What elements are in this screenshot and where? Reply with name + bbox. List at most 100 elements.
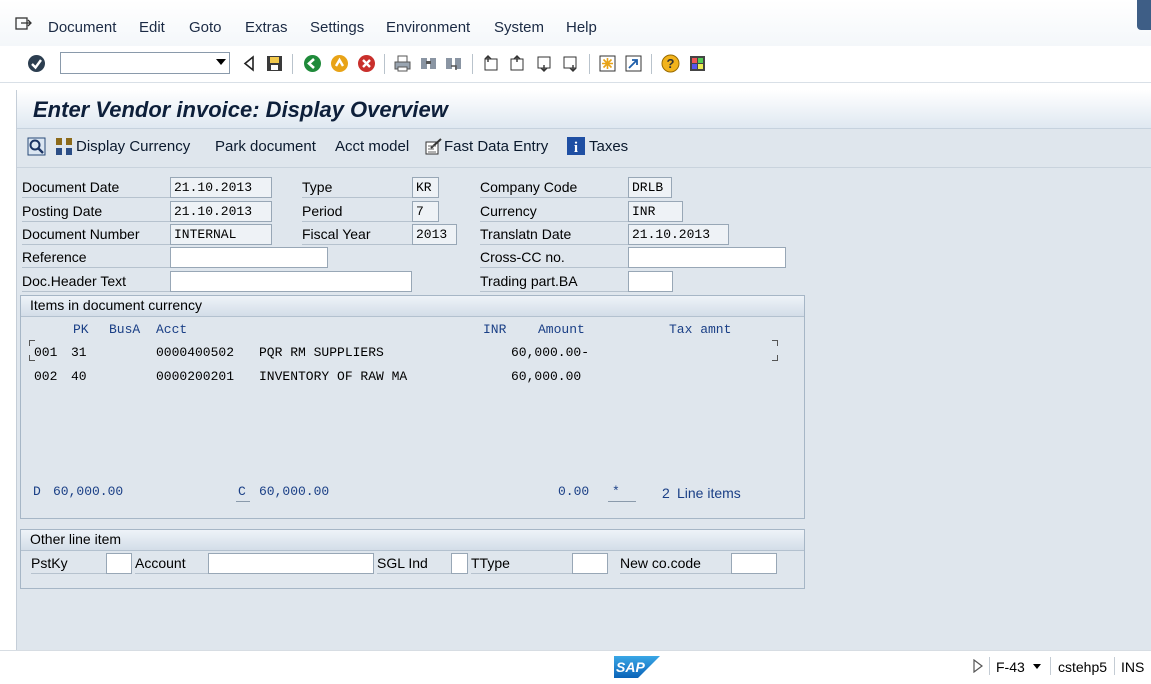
- trading-part-ba-label: Trading part.BA: [480, 271, 628, 292]
- new-co-code-input[interactable]: [731, 553, 777, 574]
- credit-label: C: [238, 484, 246, 499]
- ttype-input[interactable]: [572, 553, 608, 574]
- toolbar-separator: [589, 54, 590, 74]
- status-separator: [1114, 657, 1115, 675]
- reference-input[interactable]: [170, 247, 328, 268]
- type-field[interactable]: KR: [412, 177, 439, 198]
- display-currency-icon[interactable]: [54, 137, 74, 157]
- transaction-code[interactable]: F-43: [996, 659, 1025, 675]
- table-row[interactable]: 001 31 0000400502 PQR RM SUPPLIERS 60,00…: [21, 343, 804, 363]
- cancel-icon[interactable]: [357, 54, 376, 73]
- exit-icon[interactable]: [330, 54, 349, 73]
- menu-settings[interactable]: Settings: [310, 19, 364, 36]
- last-page-icon[interactable]: [561, 54, 580, 73]
- period-field[interactable]: 7: [412, 201, 439, 222]
- sgl-ind-input[interactable]: [451, 553, 468, 574]
- balance-status: *: [612, 484, 620, 499]
- items-group-header: Items in document currency: [21, 296, 804, 317]
- account-input[interactable]: [208, 553, 374, 574]
- row-pk: 40: [71, 369, 87, 384]
- status-separator: [1050, 657, 1051, 675]
- row-account-name: PQR RM SUPPLIERS: [259, 345, 384, 360]
- print-icon[interactable]: [393, 54, 412, 73]
- menu-extras[interactable]: Extras: [245, 19, 288, 36]
- translatn-date-field[interactable]: 21.10.2013: [628, 224, 729, 245]
- menu-edit[interactable]: Edit: [139, 19, 165, 36]
- fiscal-year-field[interactable]: 2013: [412, 224, 457, 245]
- toolbar-separator: [651, 54, 652, 74]
- navigate-back-icon[interactable]: [303, 54, 322, 73]
- debit-label: D: [33, 484, 41, 499]
- new-session-icon[interactable]: [598, 54, 617, 73]
- next-page-icon[interactable]: [535, 54, 554, 73]
- customize-layout-icon[interactable]: [688, 54, 707, 73]
- menu-document[interactable]: Document: [48, 19, 116, 36]
- company-code-field[interactable]: DRLB: [628, 177, 672, 198]
- back-icon[interactable]: [240, 54, 259, 73]
- document-number-field[interactable]: INTERNAL: [170, 224, 272, 245]
- park-document-button[interactable]: Park document: [215, 138, 316, 155]
- first-page-icon[interactable]: [482, 54, 501, 73]
- debit-total: 60,000.00: [53, 484, 124, 499]
- cross-cc-no-input[interactable]: [628, 247, 786, 268]
- toolbar-separator: [384, 54, 385, 74]
- transaction-dropdown-icon[interactable]: [1033, 664, 1041, 669]
- menu-system[interactable]: System: [494, 19, 544, 36]
- menu-environment[interactable]: Environment: [386, 19, 470, 36]
- balance-total: 0.00: [558, 484, 590, 499]
- previous-page-icon[interactable]: [508, 54, 527, 73]
- type-label: Type: [302, 177, 412, 198]
- menu-goto[interactable]: Goto: [189, 19, 222, 36]
- new-co-code-label: New co.code: [620, 553, 731, 574]
- doc-header-text-input[interactable]: [170, 271, 412, 292]
- menu-icon[interactable]: [15, 16, 33, 32]
- fast-data-entry-button[interactable]: Fast Data Entry: [444, 138, 548, 155]
- status-separator: [989, 657, 990, 675]
- pstky-label: PstKy: [31, 553, 106, 574]
- taxes-icon[interactable]: i: [567, 137, 585, 156]
- fast-data-entry-icon[interactable]: [424, 137, 444, 157]
- column-header-pk: PK: [73, 322, 89, 337]
- command-field[interactable]: [60, 52, 230, 74]
- taxes-button[interactable]: Taxes: [589, 138, 628, 155]
- cross-cc-no-label: Cross-CC no.: [480, 247, 628, 268]
- shortcut-icon[interactable]: [624, 54, 643, 73]
- find-next-icon[interactable]: [444, 54, 463, 73]
- find-icon[interactable]: [419, 54, 438, 73]
- title-bar: Enter Vendor invoice: Display Overview: [17, 90, 1151, 129]
- account-label: Account: [135, 553, 208, 574]
- period-label: Period: [302, 201, 412, 222]
- trading-part-ba-input[interactable]: [628, 271, 673, 292]
- line-items-count: 2: [662, 485, 670, 501]
- currency-label: Currency: [480, 201, 628, 222]
- currency-field[interactable]: INR: [628, 201, 683, 222]
- pstky-input[interactable]: [106, 553, 132, 574]
- row-pk: 31: [71, 345, 87, 360]
- menu-help[interactable]: Help: [566, 19, 597, 36]
- table-row[interactable]: 002 40 0000200201 INVENTORY OF RAW MA 60…: [21, 367, 804, 387]
- doc-header-text-label: Doc.Header Text: [22, 271, 170, 292]
- status-expand-icon[interactable]: [973, 658, 983, 674]
- enter-icon[interactable]: [27, 54, 46, 73]
- save-icon[interactable]: [265, 54, 284, 73]
- toolbar-separator: [292, 54, 293, 74]
- help-icon[interactable]: ?: [661, 54, 680, 73]
- sap-logo: SAP: [614, 656, 660, 678]
- acct-model-button[interactable]: Acct model: [335, 138, 409, 155]
- svg-text:?: ?: [667, 56, 675, 71]
- row-amount: 60,000.00-: [511, 345, 590, 360]
- column-header-acct: Acct: [156, 322, 188, 337]
- row-number: 002: [34, 369, 58, 384]
- column-header-tax-amnt: Tax amnt: [669, 322, 732, 337]
- display-change-icon[interactable]: [27, 137, 46, 156]
- reference-label: Reference: [22, 247, 170, 268]
- command-dropdown-icon[interactable]: [216, 59, 226, 65]
- row-amount: 60,000.00: [511, 369, 582, 384]
- balance-status-underline: [608, 501, 636, 502]
- posting-date-field[interactable]: 21.10.2013: [170, 201, 272, 222]
- document-date-field[interactable]: 21.10.2013: [170, 177, 272, 198]
- row-account: 0000400502: [156, 345, 235, 360]
- display-currency-button[interactable]: Display Currency: [76, 138, 190, 155]
- window-edge-decoration: [1137, 0, 1151, 30]
- insert-mode[interactable]: INS: [1121, 659, 1144, 675]
